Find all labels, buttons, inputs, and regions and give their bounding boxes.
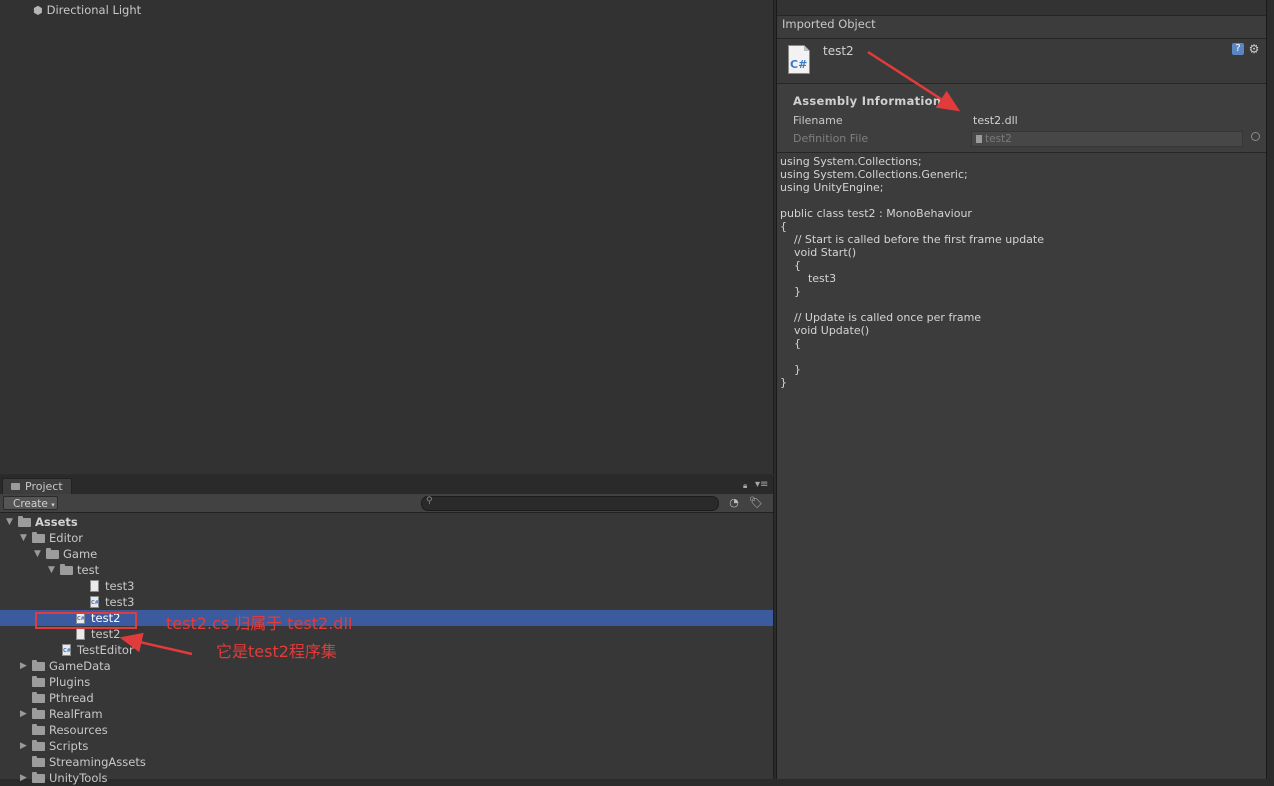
panel-menu-icon[interactable]: ▾≡ xyxy=(755,479,768,490)
folder-icon xyxy=(60,564,73,575)
tree-item-label: StreamingAssets xyxy=(49,755,146,769)
tree-item[interactable]: ▼ Assets xyxy=(0,514,773,530)
annotation-note-1: test2.cs 归属于 test2.dll xyxy=(166,614,353,633)
asset-header: C# test2 ? ⚙ xyxy=(777,38,1267,84)
expand-arrow-closed-icon[interactable]: ▶ xyxy=(20,773,30,783)
project-tab-bar: Project 🔒︎ ▾≡ xyxy=(0,476,773,494)
folder-icon xyxy=(32,756,45,767)
tree-item-label: test xyxy=(77,563,100,577)
folder-icon xyxy=(32,724,45,735)
csharp-script-icon: C# xyxy=(90,596,99,608)
asset-name: test2 xyxy=(823,44,854,58)
tree-item[interactable]: ▶ GameData xyxy=(0,658,773,674)
tree-item-label: TestEditor xyxy=(77,643,134,657)
inspector-panel: Imported Object C# test2 ? ⚙ Assembly In… xyxy=(776,0,1267,779)
annotation-note-2: 它是test2程序集 xyxy=(216,642,337,661)
tree-item-label: GameData xyxy=(49,659,111,673)
tree-item[interactable]: test3 xyxy=(0,578,773,594)
asmdef-file-icon xyxy=(90,580,99,592)
inspector-title: Imported Object xyxy=(782,17,876,31)
lock-icon[interactable]: 🔒︎ xyxy=(743,481,747,491)
folder-icon xyxy=(46,548,59,559)
tree-item-label: Editor xyxy=(49,531,84,545)
tree-item-label: Game xyxy=(63,547,98,561)
filename-label: Filename xyxy=(793,114,843,127)
gameobject-cube-icon: ⬢ xyxy=(33,3,43,17)
tree-item-label: Resources xyxy=(49,723,108,737)
expand-arrow-closed-icon[interactable]: ▶ xyxy=(20,661,30,671)
tree-item-label: Scripts xyxy=(49,739,89,753)
tab-project[interactable]: Project xyxy=(2,478,72,494)
tree-item[interactable]: Plugins xyxy=(0,674,773,690)
folder-icon xyxy=(32,740,45,751)
folder-icon xyxy=(32,676,45,687)
folder-icon xyxy=(32,532,45,543)
hierarchy-panel: ⬢ Directional Light xyxy=(0,0,774,474)
filter-by-type-icon[interactable]: ◔ xyxy=(727,496,741,510)
highlight-box xyxy=(35,612,137,629)
search-input[interactable]: ⚲ xyxy=(421,496,719,511)
tree-item-label: Plugins xyxy=(49,675,91,689)
inspector-tab-strip xyxy=(777,0,1267,16)
tree-item[interactable]: ▼ Editor xyxy=(0,530,773,546)
tree-item-label: Pthread xyxy=(49,691,94,705)
filename-value: test2.dll xyxy=(973,114,1018,127)
project-toolbar: Create ▾ ⚲ ◔ 🏷︎ xyxy=(0,494,773,513)
expand-arrow-open-icon[interactable]: ▼ xyxy=(6,517,16,527)
gear-icon[interactable]: ⚙ xyxy=(1248,43,1260,55)
expand-arrow-closed-icon[interactable]: ▶ xyxy=(20,741,30,751)
tree-item-label: UnityTools xyxy=(49,771,108,785)
expand-arrow-open-icon[interactable]: ▼ xyxy=(48,565,58,575)
folder-icon xyxy=(32,692,45,703)
folder-icon xyxy=(18,516,31,527)
window-edge xyxy=(1266,0,1274,779)
tree-item-label: test3 xyxy=(105,579,135,593)
hierarchy-item-label: Directional Light xyxy=(46,3,142,17)
expand-arrow-open-icon[interactable]: ▼ xyxy=(20,533,30,543)
help-icon[interactable]: ? xyxy=(1232,43,1244,55)
tree-item[interactable]: ▼ test xyxy=(0,562,773,578)
tree-item[interactable]: ▶ UnityTools xyxy=(0,770,773,786)
definition-file-label: Definition File xyxy=(793,132,869,145)
folder-icon xyxy=(32,660,45,671)
csharp-file-icon: C# xyxy=(788,45,810,74)
csharp-script-icon: C# xyxy=(62,644,71,656)
expand-arrow-closed-icon[interactable]: ▶ xyxy=(20,709,30,719)
asmdef-file-icon xyxy=(76,628,85,640)
definition-file-value: test2 xyxy=(985,133,1012,145)
filter-by-label-icon[interactable]: 🏷︎ xyxy=(749,496,763,510)
tree-item[interactable]: C# test3 xyxy=(0,594,773,610)
assembly-information-title: Assembly Information xyxy=(793,94,942,108)
tree-item-label: test3 xyxy=(105,595,135,609)
tab-label: Project xyxy=(25,480,63,493)
tree-item[interactable]: Pthread xyxy=(0,690,773,706)
tree-item[interactable]: ▶ RealFram xyxy=(0,706,773,722)
tree-item[interactable]: C# TestEditor xyxy=(0,642,773,658)
script-preview: using System.Collections; using System.C… xyxy=(780,155,1045,389)
create-button[interactable]: Create ▾ xyxy=(3,496,58,510)
hierarchy-item-directional-light[interactable]: ⬢ Directional Light xyxy=(33,2,141,18)
asmdef-file-icon xyxy=(976,135,982,143)
tree-item-label: Assets xyxy=(35,515,78,529)
folder-icon xyxy=(11,483,20,490)
tree-item[interactable]: Resources xyxy=(0,722,773,738)
assembly-information-section: Assembly Information Filename test2.dll … xyxy=(777,84,1267,153)
search-icon: ⚲ xyxy=(426,496,433,506)
tree-item-label: RealFram xyxy=(49,707,103,721)
folder-icon xyxy=(32,708,45,719)
tree-item-label: test2 xyxy=(91,627,121,641)
definition-file-field[interactable]: test2 xyxy=(971,131,1243,147)
object-picker-icon[interactable] xyxy=(1251,132,1260,141)
tree-item[interactable]: StreamingAssets xyxy=(0,754,773,770)
expand-arrow-open-icon[interactable]: ▼ xyxy=(34,549,44,559)
project-tree: ▼ Assets ▼ Editor ▼ Game ▼ test test3 C# test3 C# te… xyxy=(0,514,773,785)
tree-item[interactable]: ▶ Scripts xyxy=(0,738,773,754)
tree-item[interactable]: ▼ Game xyxy=(0,546,773,562)
